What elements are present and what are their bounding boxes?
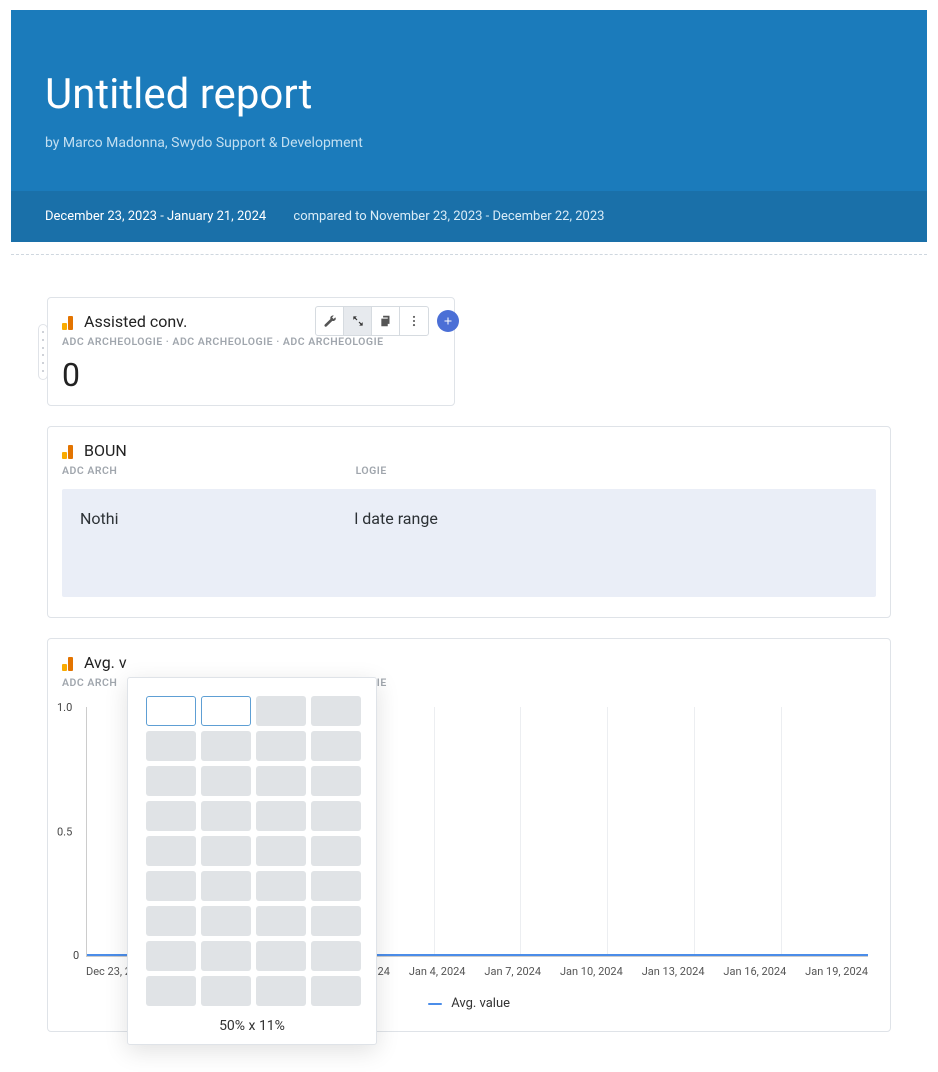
more-vertical-icon bbox=[407, 314, 421, 328]
duplicate-button[interactable] bbox=[372, 307, 400, 335]
x-tick: Jan 4, 2024 bbox=[409, 965, 466, 978]
size-cell[interactable] bbox=[311, 696, 361, 726]
copy-icon bbox=[379, 314, 393, 328]
size-cell[interactable] bbox=[146, 836, 196, 866]
x-tick: Jan 13, 2024 bbox=[642, 965, 705, 978]
subtitle-left: ADC ARCH bbox=[62, 676, 117, 689]
wrench-icon bbox=[323, 314, 337, 328]
size-cell[interactable] bbox=[146, 941, 196, 971]
size-cell[interactable] bbox=[256, 801, 306, 831]
report-title: Untitled report bbox=[45, 70, 893, 119]
x-tick: Jan 19, 2024 bbox=[805, 965, 868, 978]
info-message: Nothi l date range bbox=[62, 489, 876, 597]
size-cell[interactable] bbox=[311, 976, 361, 1006]
y-tick: 0 bbox=[73, 949, 79, 962]
size-cell[interactable] bbox=[256, 976, 306, 1006]
size-cell[interactable] bbox=[201, 696, 251, 726]
widget-title: Assisted conv. bbox=[84, 312, 187, 331]
x-tick: Jan 10, 2024 bbox=[560, 965, 623, 978]
size-cell[interactable] bbox=[201, 941, 251, 971]
y-tick: 0.5 bbox=[57, 825, 72, 838]
size-cell[interactable] bbox=[311, 766, 361, 796]
size-cell[interactable] bbox=[201, 766, 251, 796]
resize-popover[interactable]: 50% x 11% bbox=[127, 677, 377, 1045]
expand-icon bbox=[351, 314, 365, 328]
compare-range: compared to November 23, 2023 - December… bbox=[293, 209, 604, 224]
report-body: Assisted conv. ADC ARCHEOLOGIE · ADC ARC… bbox=[11, 257, 927, 1072]
legend-label: Avg. value bbox=[451, 996, 510, 1011]
x-tick: Jan 7, 2024 bbox=[484, 965, 541, 978]
size-cell[interactable] bbox=[201, 731, 251, 761]
size-cell[interactable] bbox=[201, 871, 251, 901]
size-cell[interactable] bbox=[311, 941, 361, 971]
toolbar-group bbox=[315, 306, 429, 336]
size-cell[interactable] bbox=[311, 836, 361, 866]
widget-assisted-conv[interactable]: Assisted conv. ADC ARCHEOLOGIE · ADC ARC… bbox=[47, 297, 455, 406]
report-header: Untitled report by Marco Madonna, Swydo … bbox=[11, 10, 927, 191]
subtitle-right: LOGIE bbox=[356, 464, 387, 477]
size-cell[interactable] bbox=[311, 906, 361, 936]
size-cell[interactable] bbox=[256, 941, 306, 971]
legend-swatch bbox=[428, 1003, 442, 1005]
size-cell[interactable] bbox=[256, 731, 306, 761]
x-tick: Jan 16, 2024 bbox=[723, 965, 786, 978]
size-grid-picker[interactable] bbox=[146, 696, 358, 1006]
size-readout: 50% x 11% bbox=[146, 1018, 358, 1034]
size-cell[interactable] bbox=[256, 836, 306, 866]
widget-toolbar bbox=[315, 306, 459, 336]
report-byline: by Marco Madonna, Swydo Support & Develo… bbox=[45, 135, 893, 151]
widget-subtitle: ADC ARCHEOLOGIE · ADC ARCHEOLOGIE · ADC … bbox=[62, 335, 440, 348]
more-button[interactable] bbox=[400, 307, 428, 335]
size-cell[interactable] bbox=[201, 976, 251, 1006]
drag-handle[interactable] bbox=[38, 324, 48, 380]
add-widget-button[interactable] bbox=[437, 310, 459, 332]
size-cell[interactable] bbox=[201, 836, 251, 866]
size-cell[interactable] bbox=[146, 696, 196, 726]
size-cell[interactable] bbox=[311, 871, 361, 901]
y-tick: 1.0 bbox=[57, 701, 72, 714]
size-cell[interactable] bbox=[311, 731, 361, 761]
info-right: l date range bbox=[354, 509, 437, 528]
plus-circle-icon bbox=[442, 315, 454, 327]
size-cell[interactable] bbox=[146, 731, 196, 761]
info-left: Nothi bbox=[80, 509, 118, 528]
size-cell[interactable] bbox=[146, 976, 196, 1006]
date-range: December 23, 2023 - January 21, 2024 bbox=[45, 209, 266, 224]
size-cell[interactable] bbox=[146, 871, 196, 901]
size-cell[interactable] bbox=[146, 906, 196, 936]
subtitle-left: ADC ARCH bbox=[62, 464, 117, 477]
google-analytics-icon bbox=[62, 655, 78, 671]
widget-subtitle: ADC ARCH LOGIE bbox=[62, 464, 876, 477]
size-cell[interactable] bbox=[311, 801, 361, 831]
resize-button[interactable] bbox=[344, 307, 372, 335]
size-cell[interactable] bbox=[201, 801, 251, 831]
size-cell[interactable] bbox=[256, 766, 306, 796]
widget-title: BOUN bbox=[84, 441, 127, 460]
kpi-value: 0 bbox=[62, 356, 440, 394]
widget-title: Avg. v bbox=[84, 653, 127, 672]
google-analytics-icon bbox=[62, 443, 78, 459]
widget-bounce[interactable]: BOUN ADC ARCH LOGIE Nothi l date range bbox=[47, 426, 891, 618]
date-range-bar: December 23, 2023 - January 21, 2024 com… bbox=[11, 191, 927, 242]
size-cell[interactable] bbox=[201, 906, 251, 936]
google-analytics-icon bbox=[62, 314, 78, 330]
report-canvas: Untitled report by Marco Madonna, Swydo … bbox=[0, 0, 938, 1072]
settings-button[interactable] bbox=[316, 307, 344, 335]
size-cell[interactable] bbox=[256, 871, 306, 901]
size-cell[interactable] bbox=[146, 801, 196, 831]
size-cell[interactable] bbox=[146, 766, 196, 796]
size-cell[interactable] bbox=[256, 906, 306, 936]
size-cell[interactable] bbox=[256, 696, 306, 726]
